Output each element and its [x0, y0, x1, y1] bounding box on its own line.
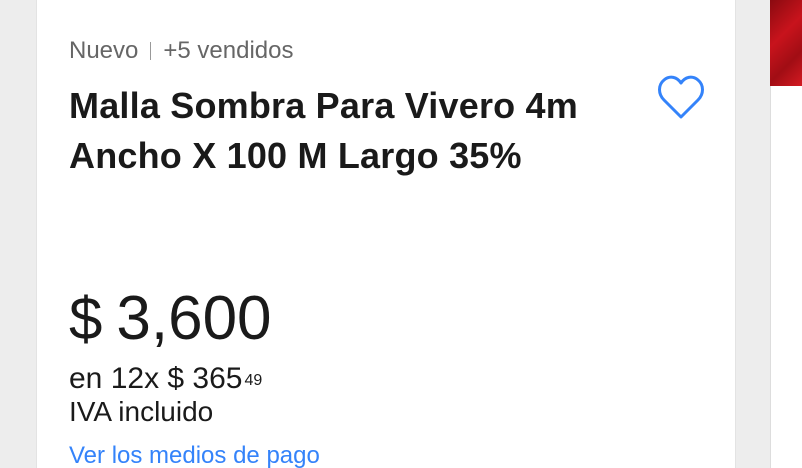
- installments-text: en 12x $ 365: [69, 362, 243, 395]
- installments-cents: 49: [244, 372, 263, 389]
- page: Nuevo +5 vendidos Malla Sombra Para Vive…: [0, 0, 802, 468]
- payment-methods-link[interactable]: Ver los medios de pago: [69, 441, 320, 468]
- product-card: Nuevo +5 vendidos Malla Sombra Para Vive…: [36, 0, 736, 468]
- subtitle-separator: [150, 42, 152, 60]
- product-price: $ 3,600: [69, 281, 272, 357]
- price-currency: $: [69, 285, 103, 352]
- condition-label: Nuevo: [69, 37, 139, 64]
- installments: en 12x $ 365 49: [69, 359, 262, 399]
- tax-note: IVA incluido: [69, 396, 214, 427]
- price-amount: 3,600: [116, 284, 272, 353]
- heart-icon[interactable]: [657, 75, 705, 121]
- product-title: Malla Sombra Para Vivero 4m Ancho X 100 …: [69, 85, 578, 176]
- sold-count: +5 vendidos: [163, 37, 294, 64]
- product-thumbnail[interactable]: [770, 0, 802, 86]
- product-subtitle: Nuevo +5 vendidos: [69, 37, 293, 65]
